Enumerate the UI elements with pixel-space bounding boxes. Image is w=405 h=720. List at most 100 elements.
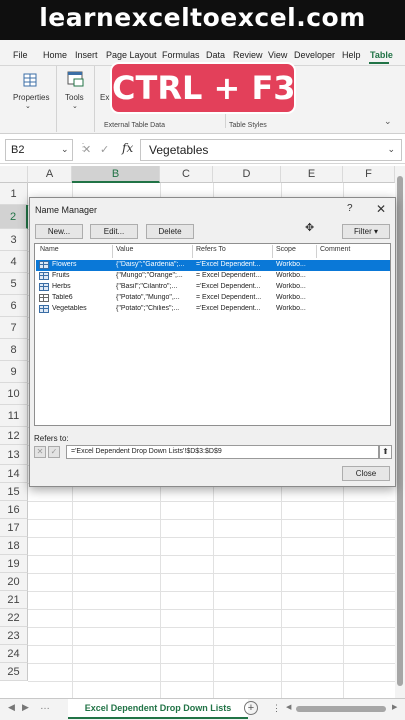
list-item[interactable]: Herbs {"Basil";"Cilantro";... ='Excel De… [36, 282, 390, 293]
collapse-ribbon-chevron-icon[interactable]: ⌄ [384, 116, 392, 127]
formula-bar: B2 ⌄ ⋮ ✕ ✓ fx Vegetables ⌄ [0, 136, 405, 164]
column-header-name[interactable]: Name [40, 246, 59, 253]
row-header-8[interactable]: 8 [0, 339, 28, 361]
select-all-corner[interactable] [0, 166, 28, 183]
properties-chevron-down-icon[interactable]: ⌄ [25, 102, 31, 110]
row-header-24[interactable]: 24 [0, 645, 28, 663]
row-header-9[interactable]: 9 [0, 361, 28, 383]
column-header-f[interactable]: F [343, 166, 395, 183]
table-styles-label: Table Styles [229, 122, 267, 129]
list-item[interactable]: Table6 {"Potato","Mungo",... = Excel Dep… [36, 293, 390, 304]
tab-data[interactable]: Data [206, 50, 225, 60]
name-box-chevron-down-icon[interactable]: ⌄ [61, 144, 69, 155]
scroll-sheets-right-icon[interactable]: ▶ [22, 702, 29, 713]
sheet-list-more-icon[interactable]: … [40, 701, 50, 712]
tools-icon[interactable] [66, 70, 86, 88]
hotkey-badge: CTRL + F3 [110, 62, 296, 114]
named-range-icon [39, 283, 49, 291]
tools-chevron-down-icon[interactable]: ⌄ [72, 102, 78, 110]
formula-enter-icon[interactable]: ✓ [100, 143, 109, 156]
screen: learnexceltoexcel.com File Home Insert P… [0, 0, 405, 720]
delete-button[interactable]: Delete [146, 224, 194, 239]
row-header-6[interactable]: 6 [0, 295, 28, 317]
properties-icon[interactable] [22, 72, 38, 88]
column-header-comment[interactable]: Comment [320, 246, 350, 253]
row-header-2[interactable]: 2 [0, 205, 28, 229]
tab-view[interactable]: View [268, 50, 287, 60]
tab-insert[interactable]: Insert [75, 50, 98, 60]
vertical-scrollbar-thumb[interactable] [397, 176, 403, 686]
tab-developer[interactable]: Developer [294, 50, 335, 60]
export-label-partial[interactable]: Ex [100, 93, 109, 102]
scroll-sheets-left-icon[interactable]: ◀ [8, 702, 15, 713]
dialog-title: Name Manager [35, 205, 98, 215]
tab-review[interactable]: Review [233, 50, 263, 60]
names-list[interactable]: Name Value Refers To Scope Comment Flowe… [34, 243, 391, 426]
row-header-25[interactable]: 25 [0, 663, 28, 681]
row-header-10[interactable]: 10 [0, 383, 28, 405]
properties-label[interactable]: Properties [13, 93, 49, 102]
tab-home[interactable]: Home [43, 50, 67, 60]
row-header-3[interactable]: 3 [0, 229, 28, 251]
column-header-e[interactable]: E [281, 166, 343, 183]
tab-file[interactable]: File [13, 50, 28, 60]
tab-formulas[interactable]: Formulas [162, 50, 200, 60]
row-header-23[interactable]: 23 [0, 627, 28, 645]
row-header-4[interactable]: 4 [0, 251, 28, 273]
column-header-b[interactable]: B [72, 166, 160, 183]
column-header-value[interactable]: Value [116, 246, 133, 253]
scroll-left-arrow-icon[interactable]: ◀ [286, 703, 291, 711]
row-header-17[interactable]: 17 [0, 519, 28, 537]
filter-button[interactable]: Filter ▾ [342, 224, 390, 239]
add-sheet-icon[interactable]: + [244, 701, 258, 715]
formula-expand-chevron-icon[interactable]: ⌄ [387, 144, 395, 155]
scope-cell: Workbo... [276, 272, 306, 279]
formula-cancel-icon[interactable]: ✕ [82, 143, 91, 156]
scroll-right-arrow-icon[interactable]: ▶ [392, 703, 397, 711]
close-button[interactable]: Close [342, 466, 390, 481]
row-header-12[interactable]: 12 [0, 427, 28, 445]
list-item[interactable]: Flowers {"Daisy";"Gardenia";... ='Excel … [36, 260, 390, 271]
collapse-dialog-arrow-up-icon[interactable]: ⬆ [379, 445, 392, 459]
column-header-d[interactable]: D [213, 166, 281, 183]
refers-to-cell: = Excel Dependent... [196, 272, 262, 279]
row-header-20[interactable]: 20 [0, 573, 28, 591]
column-header-a[interactable]: A [28, 166, 72, 183]
row-header-16[interactable]: 16 [0, 501, 28, 519]
row-header-1[interactable]: 1 [0, 183, 28, 205]
name-box[interactable]: B2 ⌄ [5, 139, 73, 161]
row-header-7[interactable]: 7 [0, 317, 28, 339]
tab-table[interactable]: Table [370, 50, 393, 60]
row-header-22[interactable]: 22 [0, 609, 28, 627]
tab-help[interactable]: Help [342, 50, 361, 60]
new-button[interactable]: New... [35, 224, 83, 239]
insert-function-icon[interactable]: fx [122, 141, 133, 155]
row-header-11[interactable]: 11 [0, 405, 28, 427]
row-header-21[interactable]: 21 [0, 591, 28, 609]
refers-cancel-icon[interactable]: ✕ [34, 446, 46, 458]
help-icon[interactable]: ? [347, 203, 353, 214]
tools-label[interactable]: Tools [65, 93, 84, 102]
list-item[interactable]: Fruits {"Mungo";"Orange";... = Excel Dep… [36, 271, 390, 282]
row-header-15[interactable]: 15 [0, 483, 28, 501]
sheet-tab-active[interactable]: Excel Dependent Drop Down Lists [68, 699, 248, 719]
row-header-19[interactable]: 19 [0, 555, 28, 573]
gridline [28, 663, 395, 664]
list-item[interactable]: Vegetables {"Potato";"Chilies";... ='Exc… [36, 304, 390, 315]
close-icon[interactable]: ✕ [376, 202, 386, 216]
column-header-refers-to[interactable]: Refers To [196, 246, 226, 253]
more-options-icon[interactable]: ⋮ [272, 703, 281, 714]
column-header-scope[interactable]: Scope [276, 246, 296, 253]
column-header-c[interactable]: C [160, 166, 213, 183]
row-header-13[interactable]: 13 [0, 445, 28, 465]
formula-input[interactable]: Vegetables ⌄ [140, 139, 402, 161]
refers-to-input[interactable]: ='Excel Dependent Drop Down Lists'!$D$3:… [66, 445, 379, 459]
row-header-18[interactable]: 18 [0, 537, 28, 555]
tab-page-layout[interactable]: Page Layout [106, 50, 157, 60]
edit-button[interactable]: Edit... [90, 224, 138, 239]
horizontal-scrollbar-thumb[interactable] [296, 706, 386, 712]
row-header-5[interactable]: 5 [0, 273, 28, 295]
gridline [28, 573, 395, 574]
refers-confirm-icon[interactable]: ✓ [48, 446, 60, 458]
row-header-14[interactable]: 14 [0, 465, 28, 483]
